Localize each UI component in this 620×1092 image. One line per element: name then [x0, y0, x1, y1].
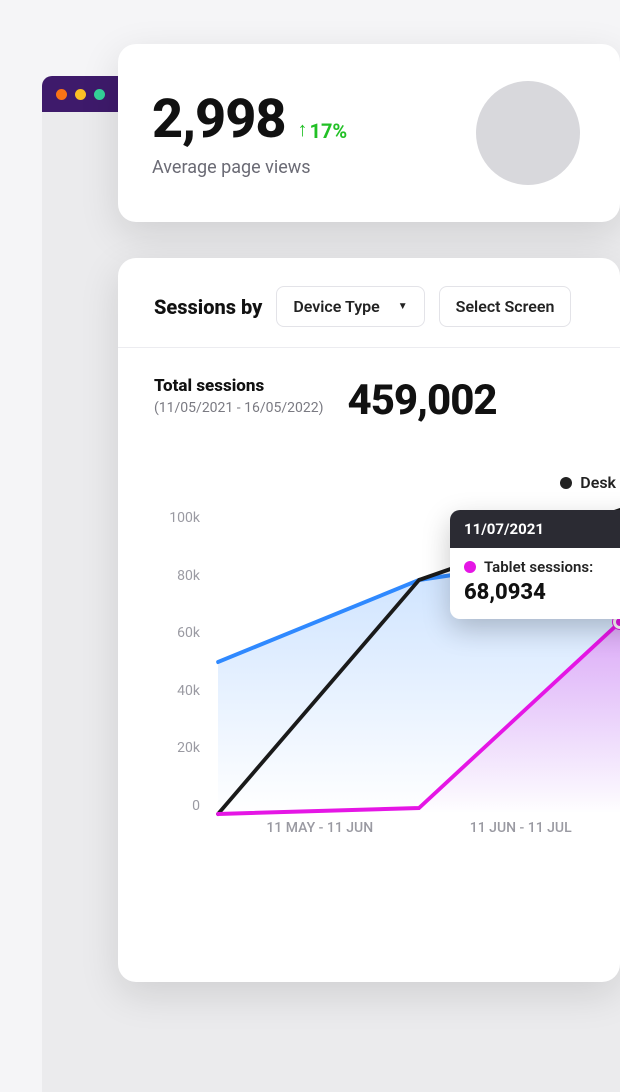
legend-label-desktop: Desk: [580, 473, 616, 492]
select-screen-dropdown[interactable]: Select Screen: [439, 286, 572, 327]
tooltip-date: 11/07/2021: [450, 510, 620, 548]
tooltip-series-label: Tablet sessions:: [484, 558, 593, 576]
avg-page-views-label: Average page views: [152, 157, 476, 178]
y-tick: 100k: [169, 510, 200, 526]
arrow-up-icon: ↑: [297, 117, 307, 142]
x-tick: 11 MAY - 11 JUN: [266, 820, 373, 860]
delta-percent: 17%: [309, 119, 347, 143]
avg-page-views-value: 2,998: [152, 88, 285, 151]
sessions-by-label: Sessions by: [154, 295, 262, 319]
y-tick: 0: [192, 798, 200, 814]
tooltip-value: 68,0934: [464, 580, 620, 605]
total-sessions-value: 459,002: [347, 376, 496, 425]
x-tick: 11 JUN - 11 JUL: [470, 820, 572, 860]
sessions-card: Sessions by Device Type ▼ Select Screen …: [118, 258, 620, 982]
y-tick: 80k: [177, 568, 200, 584]
avg-page-views-card: 2,998 ↑ 17% Average page views: [118, 44, 620, 222]
total-sessions-title: Total sessions: [154, 376, 323, 396]
tooltip-series-dot: [464, 561, 476, 573]
plot-region[interactable]: 11/07/2021 Tablet sessions: 68,0934: [218, 510, 620, 814]
x-axis: 11 MAY - 11 JUN 11 JUN - 11 JUL: [218, 820, 620, 860]
donut-chart-placeholder: [476, 81, 580, 185]
chevron-down-icon: ▼: [398, 301, 408, 312]
window-close-dot[interactable]: [56, 89, 67, 100]
dropdown-label: Select Screen: [456, 297, 555, 316]
device-type-dropdown[interactable]: Device Type ▼: [276, 286, 424, 327]
legend-dot-desktop: [560, 477, 572, 489]
y-tick: 20k: [177, 740, 200, 756]
y-axis: 100k 80k 60k 40k 20k 0: [154, 510, 208, 814]
y-tick: 40k: [177, 683, 200, 699]
sessions-chart: 100k 80k 60k 40k 20k 0: [154, 510, 620, 860]
chart-tooltip: 11/07/2021 Tablet sessions: 68,0934: [450, 510, 620, 619]
total-sessions-range: (11/05/2021 - 16/05/2022): [154, 400, 323, 416]
dropdown-label: Device Type: [293, 297, 379, 316]
avg-page-views-delta: ↑ 17%: [297, 118, 347, 143]
y-tick: 60k: [177, 625, 200, 641]
window-minimize-dot[interactable]: [75, 89, 86, 100]
divider: [118, 347, 620, 348]
window-maximize-dot[interactable]: [94, 89, 105, 100]
